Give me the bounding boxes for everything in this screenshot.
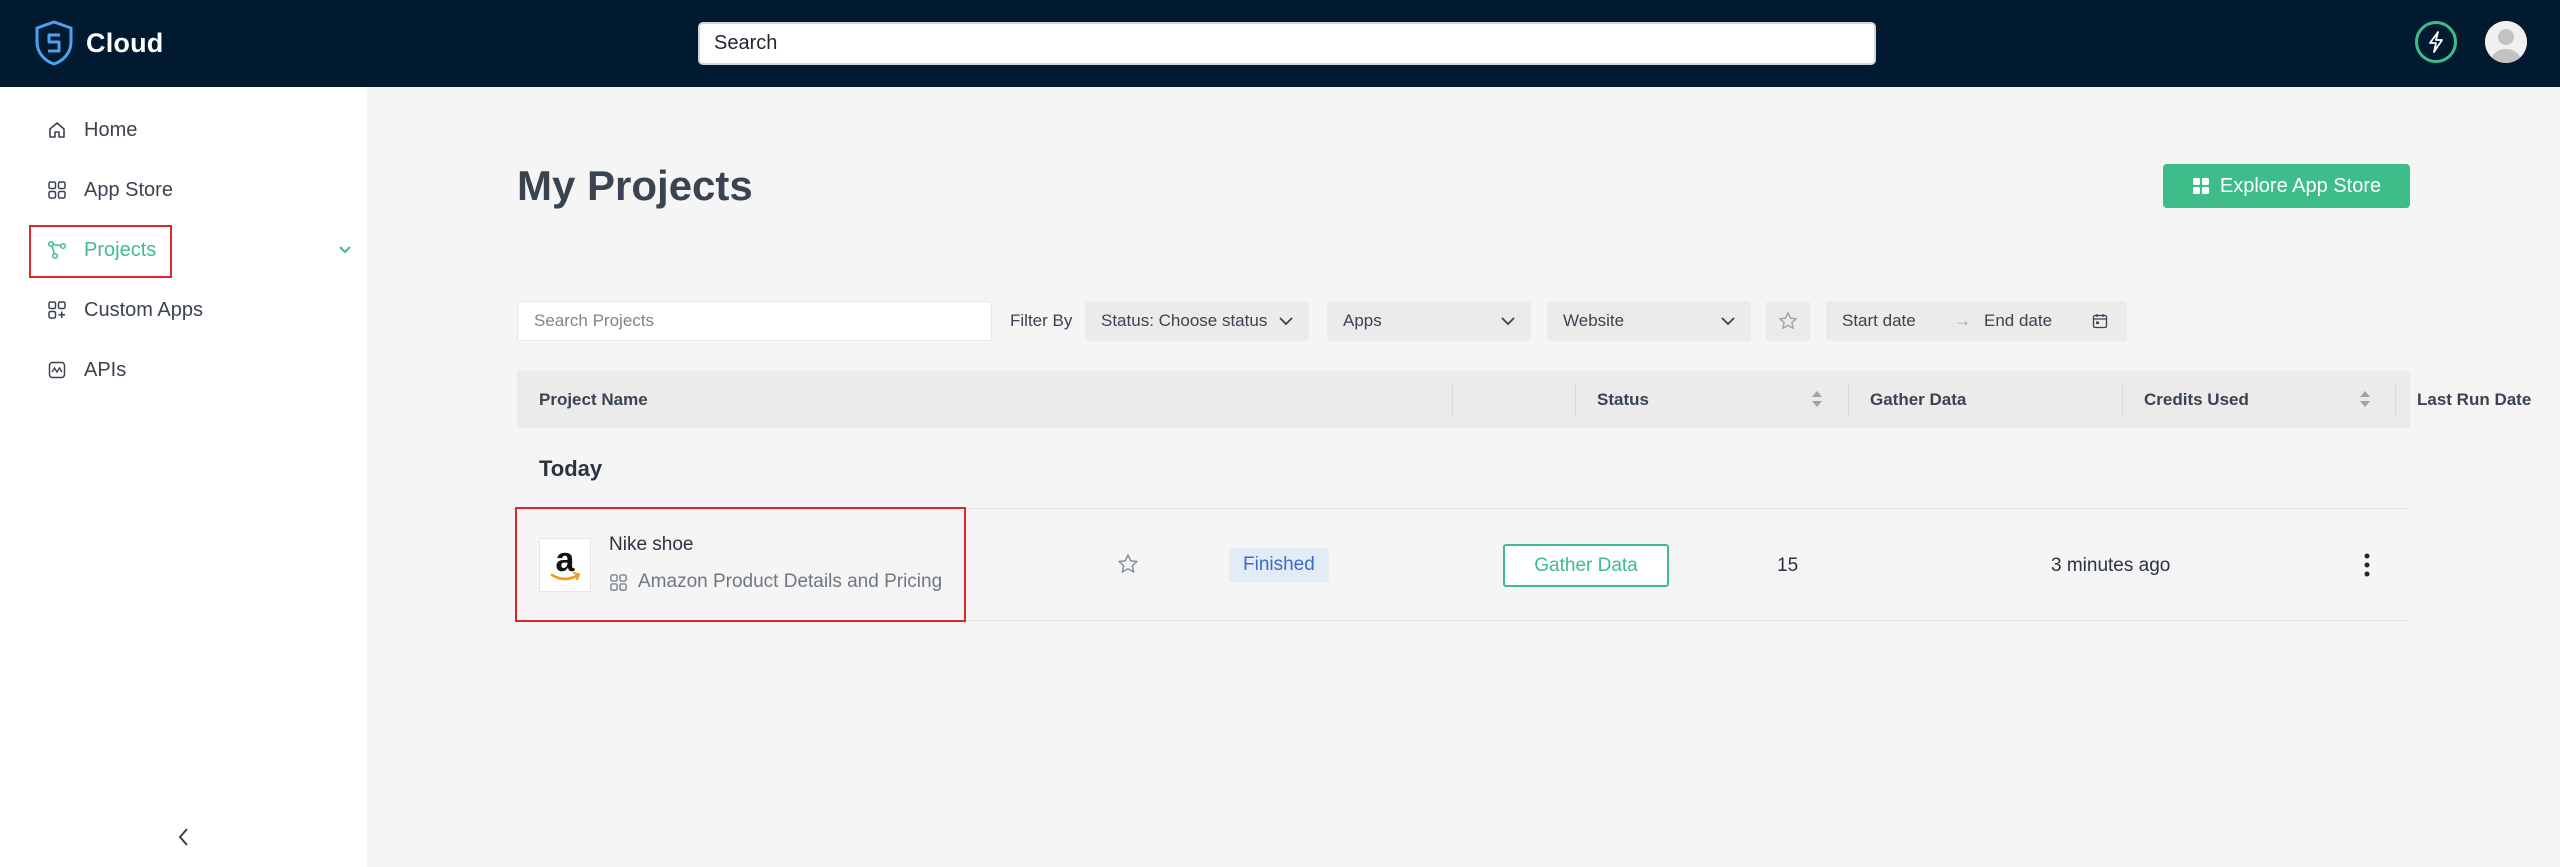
website-filter-value: Website xyxy=(1563,311,1625,330)
column-header-gather-data: Gather Data xyxy=(1870,389,1967,409)
start-date-field[interactable]: Start date xyxy=(1842,311,1954,331)
sidebar-item-label: Custom Apps xyxy=(84,298,203,321)
column-divider xyxy=(2395,385,2396,415)
column-header-credits-used[interactable]: Credits Used xyxy=(2144,371,2249,428)
sidebar-item-label: Home xyxy=(84,118,138,141)
chevron-down-icon xyxy=(1279,316,1293,325)
column-header-status[interactable]: Status xyxy=(1597,371,1649,428)
chevron-down-icon[interactable] xyxy=(338,224,352,276)
explore-app-store-button[interactable]: Explore App Store xyxy=(2163,164,2410,208)
sidebar-item-home[interactable]: Home xyxy=(30,104,340,156)
bolt-icon xyxy=(2429,31,2443,53)
last-run-date-value: 3 minutes ago xyxy=(2051,555,2171,576)
app-name: Cloud xyxy=(86,27,164,58)
column-divider xyxy=(1575,385,1576,415)
project-row-highlight-box xyxy=(515,507,966,622)
explore-button-label: Explore App Store xyxy=(2219,174,2382,197)
sort-icon[interactable] xyxy=(2359,389,2371,409)
sidebar-item-app-store[interactable]: App Store xyxy=(30,164,340,216)
star-icon xyxy=(1779,312,1797,329)
table-header: Project Name Status Gather Data Credits … xyxy=(517,371,2410,428)
column-divider xyxy=(1848,385,1849,415)
sort-icon[interactable] xyxy=(1811,389,1823,409)
sidebar-item-label: APIs xyxy=(84,358,127,381)
column-divider xyxy=(2122,385,2123,415)
status-filter-value: Status: Choose status xyxy=(1101,311,1268,330)
app-logo[interactable]: Cloud xyxy=(34,20,163,66)
sidebar-item-apis[interactable]: APIs xyxy=(30,344,340,396)
avatar[interactable] xyxy=(2485,21,2527,63)
projects-highlight-box xyxy=(29,225,172,278)
gather-data-button[interactable]: Gather Data xyxy=(1503,544,1669,587)
more-options-button[interactable] xyxy=(2357,549,2377,581)
arrow-right-icon: → xyxy=(1954,311,1971,330)
collapse-sidebar-button[interactable] xyxy=(168,822,198,852)
bolt-button[interactable] xyxy=(2415,21,2457,63)
kebab-menu-icon xyxy=(2364,553,2370,577)
end-date-field[interactable]: End date xyxy=(1984,311,2092,331)
main-content: My Projects Explore App Store Filter By … xyxy=(367,87,2560,867)
global-search-input[interactable] xyxy=(698,22,1876,65)
website-filter-select[interactable]: Website xyxy=(1547,301,1751,341)
search-projects-input[interactable] xyxy=(517,301,992,341)
chevron-down-icon xyxy=(1501,316,1515,325)
column-header-project-name: Project Name xyxy=(539,389,648,409)
date-range-picker[interactable]: Start date → End date xyxy=(1826,301,2127,341)
chevron-down-icon xyxy=(1721,316,1735,325)
star-icon xyxy=(1118,554,1138,573)
apps-filter-select[interactable]: Apps xyxy=(1327,301,1531,341)
status-badge: Finished xyxy=(1229,548,1329,582)
credits-used-value: 15 xyxy=(1777,555,1799,576)
status-filter-select[interactable]: Status: Choose status xyxy=(1085,301,1309,341)
user-avatar-icon xyxy=(2485,21,2527,63)
api-icon xyxy=(46,359,68,381)
filter-by-label: Filter By xyxy=(1010,311,1073,330)
favorites-filter-button[interactable] xyxy=(1766,301,1810,341)
grid-plus-icon xyxy=(46,299,68,321)
sidebar-item-custom-apps[interactable]: Custom Apps xyxy=(30,284,340,336)
group-label-today: Today xyxy=(539,456,603,481)
grid-icon xyxy=(46,179,68,201)
column-divider xyxy=(1452,385,1453,415)
grid-icon xyxy=(2192,178,2209,194)
top-bar: Cloud xyxy=(0,0,2560,87)
favorite-star-button[interactable] xyxy=(1117,553,1139,580)
column-header-last-run-date[interactable]: Last Run Date xyxy=(2417,371,2531,428)
sidebar-item-label: App Store xyxy=(84,178,173,201)
shield-logo-icon xyxy=(35,20,73,66)
home-icon xyxy=(46,119,68,141)
calendar-icon[interactable] xyxy=(2092,313,2108,329)
apps-filter-value: Apps xyxy=(1343,311,1382,330)
sidebar: Home App Store Projects Custom Apps APIs xyxy=(0,87,367,867)
chevron-left-icon xyxy=(178,828,188,846)
page-title: My Projects xyxy=(517,162,753,209)
